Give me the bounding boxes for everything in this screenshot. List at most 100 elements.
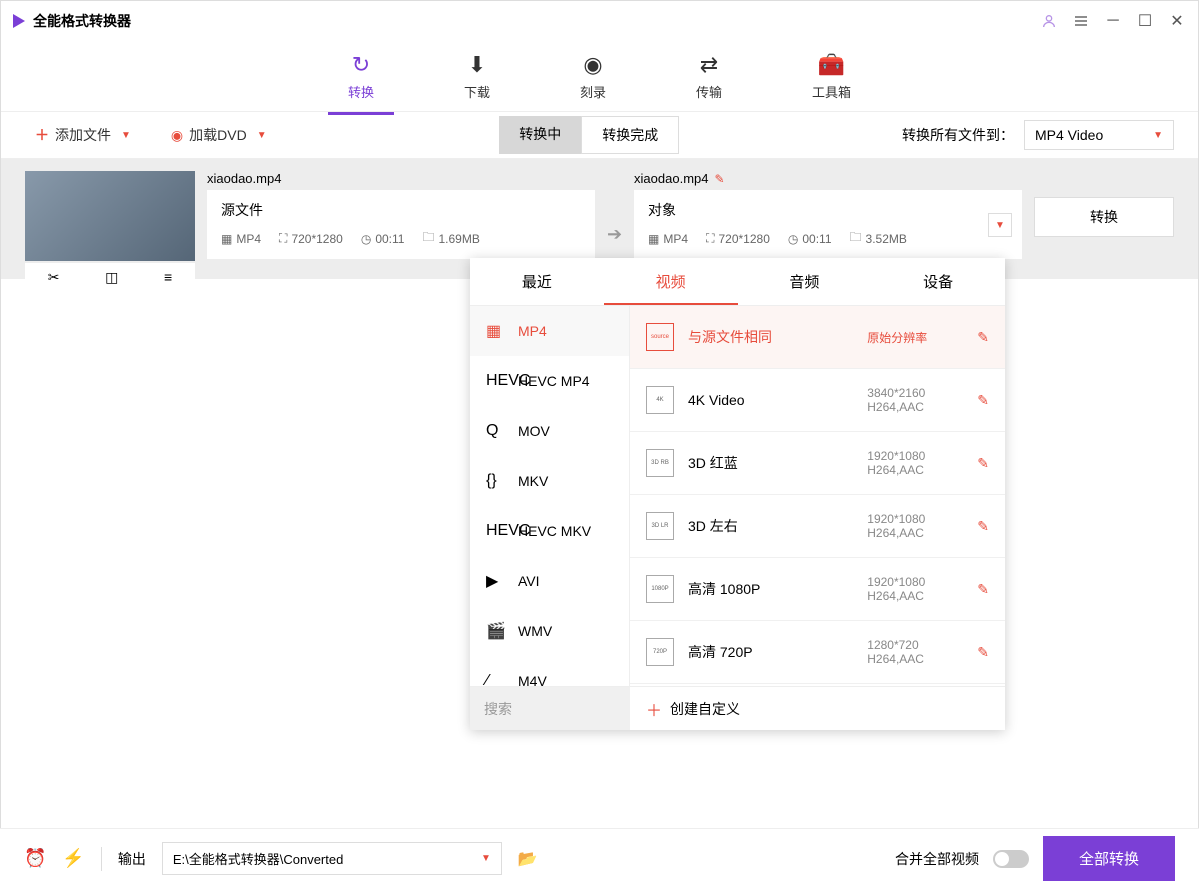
format-icon: HEVC (486, 372, 506, 390)
toolbox-icon: 🧰 (818, 52, 845, 78)
edit-icon[interactable]: ✎ (715, 172, 725, 186)
edit-icon[interactable]: ✎ (977, 455, 989, 472)
format-item[interactable]: ▦ MP4 (470, 306, 629, 356)
create-custom-label: 创建自定义 (670, 699, 740, 719)
format-icon: ▦ (486, 321, 506, 341)
preset-item[interactable]: 1080P 高清 1080P 1920*1080H264,AAC ✎ (630, 558, 1005, 621)
preset-item[interactable]: 3D LR 3D 左右 1920*1080H264,AAC ✎ (630, 495, 1005, 558)
nav-label: 工具箱 (812, 82, 851, 101)
app-title: 全能格式转换器 (33, 11, 131, 31)
transfer-icon: ⇄ (700, 52, 718, 78)
format-label: M4V (518, 673, 547, 686)
edit-icon[interactable]: ✎ (977, 581, 989, 598)
source-format: ▦ MP4 (221, 228, 261, 249)
clock-icon[interactable]: ⏰ (24, 848, 46, 869)
source-filename: xiaodao.mp4 (207, 171, 595, 186)
settings-icon[interactable]: ≡ (164, 269, 172, 285)
preset-item[interactable]: 3D RB 3D 红蓝 1920*1080H264,AAC ✎ (630, 432, 1005, 495)
search-input[interactable]: 搜索 (470, 687, 630, 730)
format-label: WMV (518, 623, 552, 639)
format-item[interactable]: {}MKV (470, 456, 629, 506)
user-icon[interactable] (1040, 12, 1058, 30)
edit-icon[interactable]: ✎ (977, 518, 989, 535)
target-filename: xiaodao.mp4 (634, 171, 708, 186)
target-duration: ◷ 00:11 (788, 228, 832, 249)
play-icon (13, 14, 25, 28)
format-label: MP4 (518, 323, 547, 339)
preset-meta: 1920*1080H264,AAC (867, 449, 977, 477)
format-label: AVI (518, 573, 540, 589)
preset-meta: 1920*1080H264,AAC (867, 575, 977, 603)
format-item[interactable]: HEVCHEVC MP4 (470, 356, 629, 406)
source-resolution: ⛶ 720*1280 (279, 228, 343, 249)
add-file-button[interactable]: ＋ 添加文件 ▼ (25, 121, 141, 149)
format-label: HEVC MKV (518, 523, 591, 539)
nav-transfer[interactable]: ⇄ 传输 (686, 48, 732, 105)
format-panel: 最近 视频 音频 设备 ▦MP4HEVCHEVC MP4QMOV{}MKVHEV… (470, 258, 1005, 730)
format-item[interactable]: ▶AVI (470, 556, 629, 606)
nav-label: 转换 (348, 82, 374, 101)
nav-download[interactable]: ⬇ 下载 (454, 48, 500, 105)
target-format-dropdown[interactable]: ▼ (988, 213, 1012, 237)
tab-device[interactable]: 设备 (871, 258, 1005, 305)
preset-icon: 3D RB (646, 449, 674, 477)
tab-done[interactable]: 转换完成 (581, 116, 679, 154)
edit-icon[interactable]: ✎ (977, 392, 989, 409)
output-path-value: E:\全能格式转换器\Converted (173, 849, 344, 868)
output-path-select[interactable]: E:\全能格式转换器\Converted ▼ (162, 842, 502, 875)
output-label: 输出 (118, 849, 146, 869)
cut-icon[interactable]: ✂ (48, 269, 60, 286)
target-head: 对象 (648, 200, 1008, 220)
preset-item[interactable]: 4K 4K Video 3840*2160H264,AAC ✎ (630, 369, 1005, 432)
nav-toolbox[interactable]: 🧰 工具箱 (802, 48, 861, 105)
nav-convert[interactable]: ↻ 转换 (338, 48, 384, 105)
tab-video[interactable]: 视频 (604, 258, 738, 305)
format-item[interactable]: 🎬 WMV (470, 606, 629, 656)
flash-icon[interactable]: ⚡ (62, 848, 84, 869)
convert-to-label: 转换所有文件到： (902, 125, 1014, 145)
target-size: 🗀 3.52MB (850, 228, 907, 249)
preset-item[interactable]: 720P 高清 720P 1280*720H264,AAC ✎ (630, 621, 1005, 684)
preset-item[interactable]: source 与源文件相同 原始分辨率 ✎ (630, 306, 1005, 369)
menu-icon[interactable] (1072, 12, 1090, 30)
minimize-button[interactable]: ─ (1104, 12, 1122, 30)
convert-all-button[interactable]: 全部转换 (1043, 836, 1175, 881)
source-card: 源文件 ▦ MP4 ⛶ 720*1280 ◷ 00:11 🗀 1.69MB (207, 190, 595, 259)
format-icon: 🎬 (486, 621, 506, 641)
tab-converting[interactable]: 转换中 (499, 116, 581, 154)
app-logo: 全能格式转换器 (13, 11, 131, 31)
tab-audio[interactable]: 音频 (738, 258, 872, 305)
crop-icon[interactable]: ◫ (105, 269, 118, 286)
separator (101, 847, 102, 871)
create-custom-button[interactable]: ＋ 创建自定义 (630, 697, 1005, 721)
format-list: ▦MP4HEVCHEVC MP4QMOV{}MKVHEVCHEVC MKV▶AV… (470, 306, 630, 686)
disc-icon: ◉ (171, 127, 183, 144)
load-dvd-label: 加载DVD (189, 125, 247, 145)
chevron-down-icon: ▼ (257, 130, 267, 141)
preset-meta: 1280*720H264,AAC (867, 638, 977, 666)
close-button[interactable]: ✕ (1168, 12, 1186, 30)
format-icon: ∕ (486, 672, 506, 686)
nav-burn[interactable]: ◉ 刻录 (570, 48, 616, 105)
format-item[interactable]: HEVCHEVC MKV (470, 506, 629, 556)
edit-icon[interactable]: ✎ (977, 329, 989, 346)
tab-recent[interactable]: 最近 (470, 258, 604, 305)
plus-icon: ＋ (646, 697, 662, 721)
merge-label: 合并全部视频 (895, 849, 979, 869)
video-thumbnail[interactable] (25, 171, 195, 261)
folder-icon[interactable]: 📂 (518, 849, 538, 869)
format-select[interactable]: MP4 Video ▼ (1024, 120, 1174, 150)
preset-meta: 1920*1080H264,AAC (867, 512, 977, 540)
maximize-button[interactable]: ☐ (1136, 12, 1154, 30)
convert-item-button[interactable]: 转换 (1034, 197, 1174, 237)
preset-meta: 3840*2160H264,AAC (867, 386, 977, 414)
load-dvd-button[interactable]: ◉ 加载DVD ▼ (161, 121, 277, 149)
edit-icon[interactable]: ✎ (977, 644, 989, 661)
preset-list: source 与源文件相同 原始分辨率 ✎4K 4K Video 3840*21… (630, 306, 1005, 686)
format-item[interactable]: ∕ M4V (470, 656, 629, 686)
target-card: 对象 ▦ MP4 ⛶ 720*1280 ◷ 00:11 🗀 3.52MB (634, 190, 1022, 259)
merge-toggle[interactable] (993, 850, 1029, 868)
format-item[interactable]: QMOV (470, 406, 629, 456)
preset-icon: 3D LR (646, 512, 674, 540)
chevron-down-icon: ▼ (1153, 130, 1163, 141)
